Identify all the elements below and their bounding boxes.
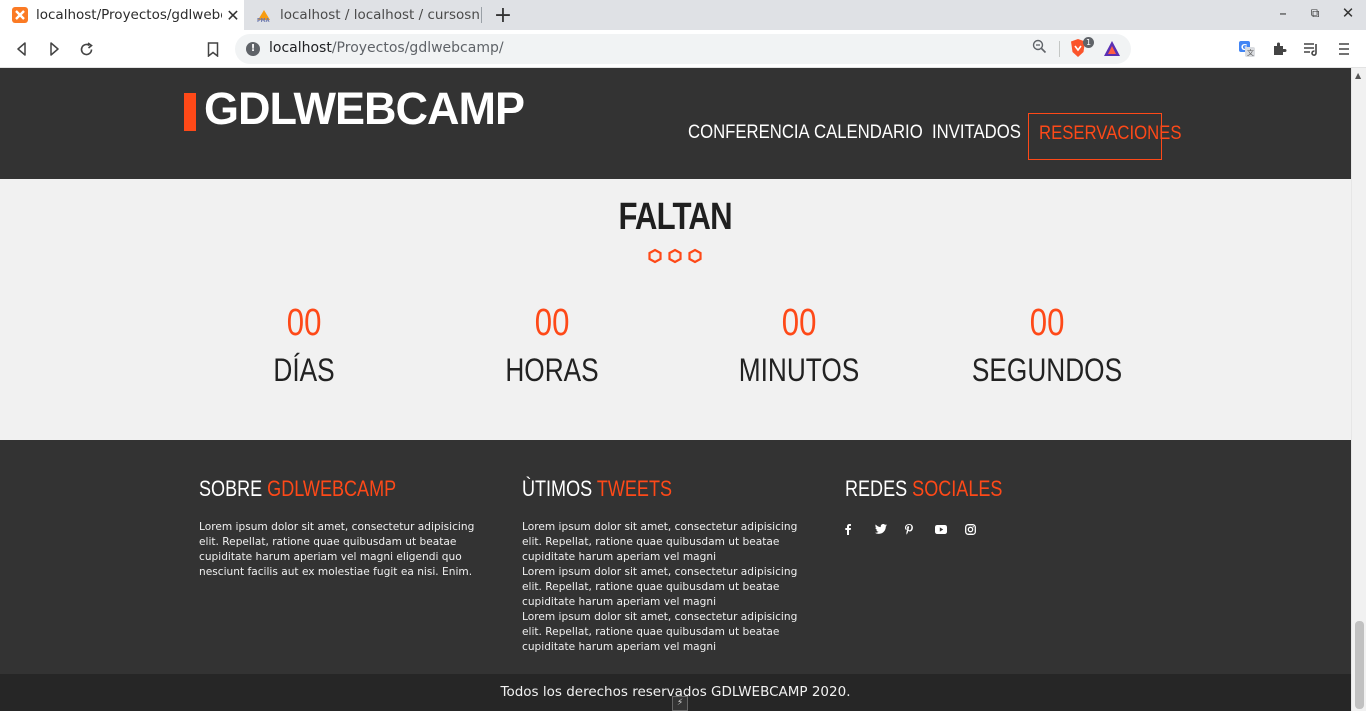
nav-reservaciones-label: RESERVACIONES [1039, 123, 1182, 144]
tweet-item: Lorem ipsum dolor sit amet, consectetur … [522, 566, 798, 608]
countdown-hours: 00 HORAS [427, 300, 677, 389]
debug-toolbar-icon[interactable]: ⚡ [672, 696, 688, 711]
instagram-icon[interactable] [965, 522, 995, 536]
hours-label: HORAS [505, 352, 599, 388]
tab-title: localhost / localhost / cursosnu [280, 7, 480, 23]
svg-text:PMA: PMA [257, 18, 270, 23]
countdown-title: FALTAN [618, 196, 733, 238]
nav-conferencia[interactable]: CONFERENCIA [688, 122, 810, 144]
site-header: GDLWEBCAMP CONFERENCIA CALENDARIO INVITA… [0, 68, 1351, 179]
tweet-list: Lorem ipsum dolor sit amet, consectetur … [522, 520, 812, 655]
minutes-value: 00 [781, 302, 817, 344]
window-close-icon[interactable]: ✕ [1338, 4, 1358, 22]
footer-about-text: Lorem ipsum dolor sit amet, consectetur … [199, 521, 475, 578]
translate-icon[interactable]: G文 [1236, 38, 1258, 60]
footer-about: SOBRE GDLWEBCAMP Lorem ipsum dolor sit a… [199, 476, 489, 580]
xampp-icon [12, 7, 28, 23]
site-info-icon[interactable]: ! [246, 42, 260, 56]
browser-toolbar: ! localhost/Proyectos/gdlwebcamp/ 1 G文 [0, 30, 1366, 68]
footer-tweets-heading: ÙTIMOS TWEETS [522, 476, 673, 501]
tab-gdlwebcamp[interactable]: localhost/Proyectos/gdlwebc ✕ [0, 0, 244, 30]
countdown-minutes: 00 MINUTOS [674, 300, 924, 389]
restore-icon[interactable]: ⧉ [1305, 6, 1325, 21]
tweet-item: Lorem ipsum dolor sit amet, consectetur … [522, 611, 798, 653]
brave-rewards-icon[interactable] [1103, 40, 1121, 58]
footer-social: REDES SOCIALES [845, 476, 1135, 536]
countdown-seconds: 00 SEGUNDOS [922, 300, 1172, 389]
facebook-icon[interactable] [845, 522, 875, 536]
nav-calendario[interactable]: CALENDARIO [814, 122, 923, 144]
browser-tab-bar: localhost/Proyectos/gdlwebc ✕ PMA localh… [0, 0, 1366, 30]
nav-invitados[interactable]: INVITADOS [932, 122, 1021, 144]
url-text[interactable]: localhost/Proyectos/gdlwebcamp/ [269, 40, 504, 56]
minutes-label: MINUTOS [738, 352, 860, 388]
scroll-up-icon[interactable]: ▲ [1355, 71, 1361, 80]
minimize-icon[interactable]: – [1273, 4, 1293, 22]
logo-accent-bar [184, 93, 196, 131]
footer-tweets: ÙTIMOS TWEETS Lorem ipsum dolor sit amet… [522, 476, 812, 655]
seconds-label: SEGUNDOS [971, 352, 1123, 388]
back-icon[interactable] [11, 38, 33, 60]
social-links [845, 522, 1135, 536]
countdown-days: 00 DÍAS [179, 300, 429, 389]
tweet-item: Lorem ipsum dolor sit amet, consectetur … [522, 521, 798, 563]
tab-title: localhost/Proyectos/gdlwebc [36, 7, 222, 23]
svg-text:文: 文 [1247, 48, 1254, 57]
scroll-thumb[interactable] [1355, 621, 1364, 709]
omnibox-divider [1059, 41, 1060, 57]
pinterest-icon[interactable] [905, 522, 935, 536]
menu-icon[interactable] [1333, 38, 1355, 60]
close-tab-icon[interactable]: ✕ [222, 6, 244, 25]
seconds-value: 00 [1029, 302, 1065, 344]
page-scrollbar[interactable]: ▲ [1351, 68, 1366, 711]
nav-reservaciones[interactable]: RESERVACIONES [1028, 113, 1181, 160]
new-tab-button[interactable]: + [492, 3, 514, 28]
site-logo[interactable]: GDLWEBCAMP [204, 83, 525, 135]
days-label: DÍAS [273, 352, 335, 388]
twitter-icon[interactable] [875, 522, 905, 536]
footer-social-heading: REDES SOCIALES [845, 476, 1003, 501]
tab-separator [481, 7, 482, 23]
hours-value: 00 [534, 302, 570, 344]
extensions-icon[interactable] [1268, 38, 1290, 60]
bookmark-icon[interactable] [202, 38, 224, 60]
days-value: 00 [286, 302, 322, 344]
tab-phpmyadmin[interactable]: PMA localhost / localhost / cursosnu [244, 0, 480, 30]
reload-icon[interactable] [75, 38, 97, 60]
forward-icon[interactable] [43, 38, 65, 60]
youtube-icon[interactable] [935, 522, 965, 536]
phpmyadmin-icon: PMA [256, 7, 272, 23]
footer-about-heading: SOBRE GDLWEBCAMP [199, 476, 397, 501]
media-queue-icon[interactable] [1300, 38, 1322, 60]
shields-count-badge: 1 [1083, 37, 1095, 48]
address-bar[interactable]: ! localhost/Proyectos/gdlwebcamp/ 1 [235, 34, 1131, 64]
site-footer: SOBRE GDLWEBCAMP Lorem ipsum dolor sit a… [0, 440, 1351, 674]
hexagon-divider-icon [645, 248, 705, 264]
zoom-icon[interactable] [1032, 39, 1047, 58]
